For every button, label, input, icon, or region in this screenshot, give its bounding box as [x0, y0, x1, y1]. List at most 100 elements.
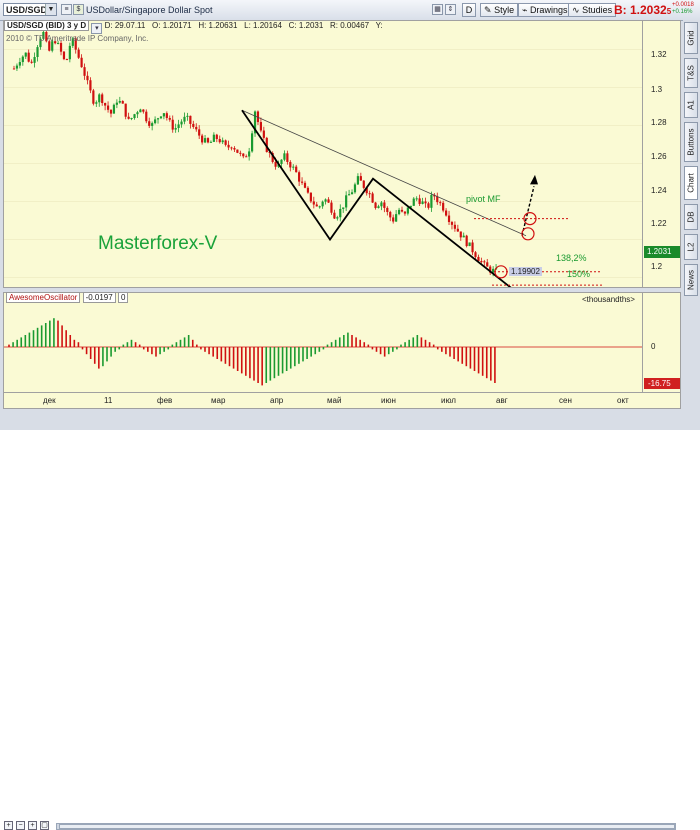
tab-news[interactable]: News	[684, 264, 698, 296]
candle-body	[236, 149, 239, 153]
candle-body	[374, 202, 377, 209]
zoom-out-icon[interactable]: −	[16, 821, 25, 830]
tab-l2[interactable]: L2	[684, 234, 698, 260]
settings-icon[interactable]: ≡	[61, 4, 72, 15]
candle-body	[330, 202, 333, 213]
candle-body	[259, 122, 263, 131]
candle-body	[250, 133, 254, 152]
oscillator-panel[interactable]	[3, 292, 643, 393]
candle-body	[347, 194, 351, 196]
candle-body	[459, 231, 462, 238]
zoom-in-icon[interactable]: +	[28, 821, 37, 830]
candle-body	[380, 202, 383, 207]
candle-body	[424, 201, 427, 204]
candle-body	[447, 215, 451, 223]
candle-body	[21, 56, 24, 63]
header-range: R: 0.00467	[329, 21, 370, 30]
candle-body	[342, 207, 345, 209]
oscillator-zero-label: 0	[651, 342, 656, 351]
candle-body	[112, 104, 116, 114]
fit-icon[interactable]: ⇕	[445, 4, 456, 15]
chart-mode-icon[interactable]: ▦	[432, 4, 443, 15]
candle-body	[59, 42, 63, 52]
candle-body	[242, 153, 245, 157]
x-tick-jun: июн	[381, 396, 396, 405]
style-button[interactable]: ✎ Style	[480, 3, 519, 17]
studies-button[interactable]: ∿ Studies	[568, 3, 617, 17]
candle-body	[27, 52, 30, 62]
candle-body	[289, 161, 292, 168]
candle-body	[480, 261, 483, 263]
tab-grid[interactable]: Grid	[684, 22, 698, 54]
candle-body	[442, 202, 445, 211]
symbol-text: USD/SGD	[6, 5, 48, 15]
oscillator-last-badge: -16.75	[644, 378, 680, 389]
candle-body	[106, 105, 110, 110]
candle-body	[36, 47, 39, 57]
candle-body	[306, 187, 310, 193]
candle-body	[227, 144, 230, 148]
candle-body	[456, 228, 459, 232]
candle-body	[180, 121, 183, 125]
pivot-label: pivot MF	[466, 194, 501, 204]
chevron-down-icon[interactable]: ▼	[45, 4, 56, 15]
candle-body	[418, 198, 421, 204]
candle-body	[203, 138, 207, 143]
symbol-input[interactable]: USD/SGD ▼	[3, 3, 57, 16]
drawings-button[interactable]: ⌁ Drawings	[518, 3, 572, 17]
x-tick-11: 11	[104, 396, 113, 405]
candle-body	[239, 152, 242, 154]
candle-body	[362, 180, 365, 188]
candle-body	[450, 222, 454, 225]
candle-body	[312, 201, 315, 205]
candle-body	[439, 202, 442, 204]
candle-body	[468, 242, 471, 247]
candle-body	[483, 261, 486, 263]
candle-body	[130, 118, 133, 120]
candle-body	[89, 80, 92, 91]
candle-body	[118, 101, 121, 103]
candle-body	[192, 123, 195, 127]
tab-buttons[interactable]: Buttons	[684, 122, 698, 162]
header-high: H: 1.20631	[198, 21, 238, 30]
candle-body	[77, 49, 80, 58]
zoom-fit-icon[interactable]: ▢	[40, 821, 49, 830]
candle-body	[139, 109, 142, 113]
candle-body	[412, 198, 415, 206]
style-icon: ✎	[484, 5, 492, 15]
candle-body	[386, 207, 389, 212]
x-tick-jul: июл	[441, 396, 456, 405]
y-tick-1: 1.32	[651, 50, 667, 59]
candle-body	[339, 208, 342, 218]
oscillator-units: <thousandths>	[582, 295, 635, 304]
tab-ts[interactable]: T&S	[684, 58, 698, 88]
scrollbar-thumb[interactable]	[59, 824, 675, 829]
tab-chart[interactable]: Chart	[684, 166, 698, 200]
candle-body	[95, 102, 98, 104]
oscillator-name[interactable]: AwesomeOscillator	[6, 292, 81, 303]
candle-body	[174, 128, 177, 130]
period-d-button[interactable]: D	[462, 3, 476, 17]
candle-body	[201, 135, 204, 143]
tab-a1[interactable]: A1	[684, 92, 698, 118]
crosshair-icon[interactable]: +	[4, 821, 13, 830]
candle-body	[262, 130, 265, 138]
tab-db[interactable]: DB	[684, 204, 698, 230]
candle-body	[392, 217, 395, 222]
symbol-icon: $	[73, 4, 84, 15]
candle-body	[345, 195, 348, 208]
candle-body	[18, 62, 21, 66]
chart-title: USD/SGD (BID) 3 y D	[4, 20, 90, 31]
candle-body	[212, 134, 215, 142]
candle-body	[136, 112, 139, 115]
y-tick-7: 1.2	[651, 262, 663, 271]
oscillator-svg	[4, 318, 642, 386]
candle-body	[15, 65, 19, 69]
time-scrollbar[interactable]	[56, 823, 676, 830]
candle-body	[183, 116, 186, 122]
candle-body	[274, 161, 277, 167]
candle-body	[206, 138, 210, 143]
chart-menu-icon[interactable]: ▾	[91, 23, 103, 34]
x-tick-aug: авг	[496, 396, 508, 405]
candle-body	[395, 214, 398, 222]
